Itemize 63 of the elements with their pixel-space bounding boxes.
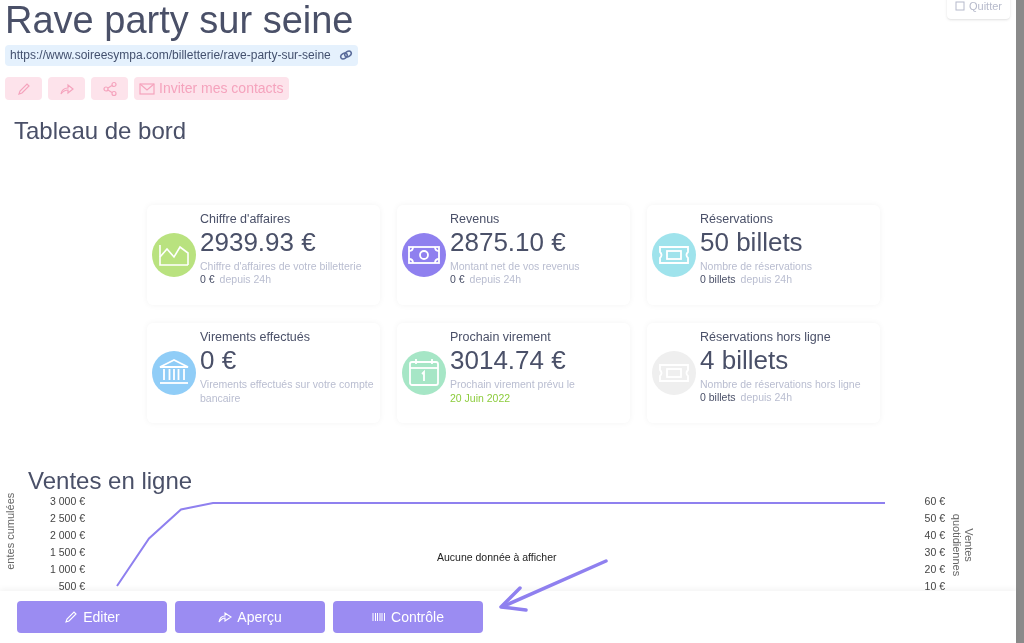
card-value: 2875.10 €: [450, 227, 567, 257]
section-title: Ventes en ligne: [28, 466, 194, 496]
card-title: Prochain virement: [450, 329, 552, 345]
axis-tick: 40 €: [923, 529, 945, 541]
axis-tick: 3 000 €: [48, 495, 85, 507]
card-value: 50 billets: [700, 227, 804, 257]
card-description: Nombre de réservations hors ligne: [700, 377, 862, 391]
card-description: Nombre de réservations: [700, 259, 814, 273]
link-icon[interactable]: [338, 50, 353, 60]
axis-tick: 60 €: [923, 495, 945, 507]
axis-tick: 2 500 €: [48, 512, 85, 524]
share-icon: [218, 610, 233, 624]
section-title: Tableau de bord: [14, 116, 188, 146]
card-value: 2939.93 €: [200, 227, 317, 257]
footer-button[interactable]: Contrôle: [333, 601, 483, 633]
axis-tick: 20 €: [923, 563, 945, 575]
axis-tick: 1 000 €: [48, 563, 85, 575]
action-button[interactable]: [91, 77, 128, 100]
action-button[interactable]: [48, 77, 85, 100]
change-value: 0 billets: [700, 391, 736, 404]
calendar-icon: [408, 357, 440, 389]
card-title: Réservations: [700, 211, 774, 227]
scrollbar[interactable]: [1016, 0, 1024, 643]
empty-message: Aucune donnée à afficher: [437, 550, 557, 565]
axis-tick: 2 000 €: [48, 529, 85, 541]
card-title: Virements effectués: [200, 329, 312, 345]
transfer-date: 20 Juin 2022: [450, 391, 512, 405]
change-period: depuis 24h: [219, 273, 271, 286]
card-value: 0 €: [200, 345, 238, 375]
pencil-icon: [64, 610, 79, 624]
change-value: 0 billets: [700, 273, 736, 286]
footer-button[interactable]: Editer: [17, 601, 167, 633]
mail-icon: [139, 80, 155, 97]
change-period: depuis 24h: [740, 391, 792, 404]
card-title: Revenus: [450, 211, 501, 227]
card-title: Chiffre d'affaires: [200, 211, 292, 227]
change-value: 0 €: [200, 273, 215, 286]
card-value: 4 billets: [700, 345, 790, 375]
axis-tick: 50 €: [923, 512, 945, 524]
page-title: Rave party sur seine: [5, 0, 354, 42]
axis-title: Ventes quotidiennes: [951, 512, 975, 579]
axis-title: entes cumulées: [2, 491, 17, 572]
quit-button[interactable]: Quitter: [947, 0, 1010, 19]
card-description: Chiffre d'affaires de votre billetterie: [200, 259, 363, 273]
change-period: depuis 24h: [469, 273, 521, 286]
card-description: Prochain virement prévu le: [450, 377, 576, 391]
footer-button[interactable]: Aperçu: [175, 601, 325, 633]
action-button[interactable]: [5, 77, 42, 100]
share-nodes-icon: [101, 80, 118, 97]
card-description: Montant net de vos revenus: [450, 259, 581, 273]
barcode-icon: [372, 610, 387, 624]
card-description: Virements effectués sur votre compte bancaire: [200, 377, 375, 405]
exit-icon: [955, 1, 965, 12]
card-value: 3014.74 €: [450, 345, 567, 375]
event-url[interactable]: https://www.soireesympa.com/billetterie/rave-party-sur-seine: [10, 46, 331, 64]
axis-tick: 30 €: [923, 546, 945, 558]
invite-button[interactable]: Inviter mes contacts: [134, 77, 289, 100]
change-value: 0 €: [450, 273, 465, 286]
axis-tick: 10 €: [923, 580, 945, 592]
axis-tick: 500 €: [57, 580, 85, 592]
axis-tick: 1 500 €: [48, 546, 85, 558]
change-period: depuis 24h: [740, 273, 792, 286]
card-title: Réservations hors ligne: [700, 329, 832, 345]
